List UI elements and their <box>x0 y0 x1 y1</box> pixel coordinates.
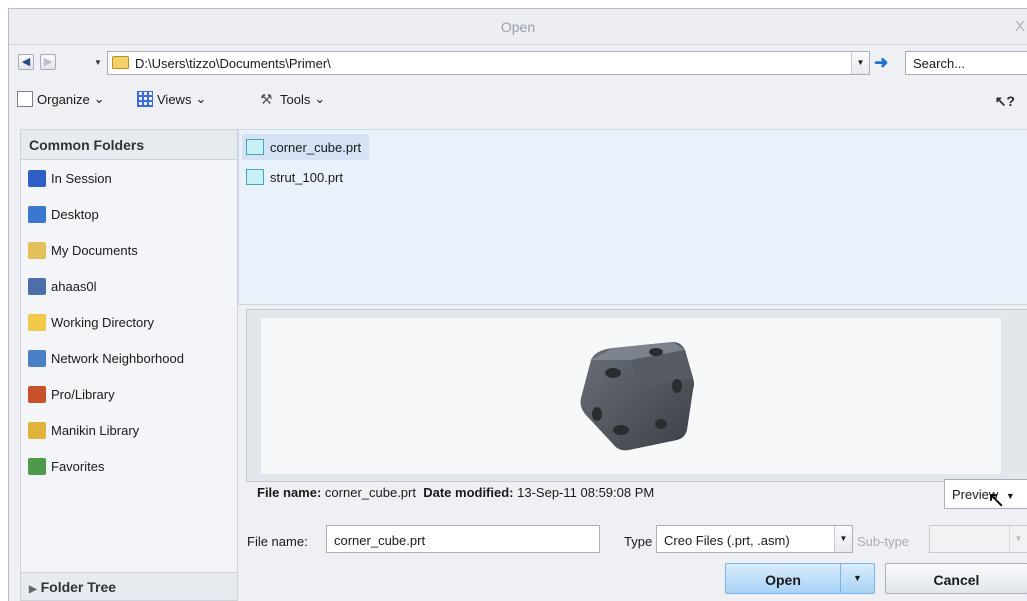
part-file-icon <box>246 139 264 155</box>
sidebar-item-my-documents[interactable]: My Documents <box>21 232 237 268</box>
sidebar-item-pro-library[interactable]: Pro/Library <box>21 376 237 412</box>
preview-canvas <box>261 318 1001 474</box>
chevron-down-icon: ⌄ <box>93 91 105 106</box>
type-value: Creo Files (.prt, .asm) <box>664 533 790 548</box>
chevron-down-icon: ⌄ <box>195 91 207 106</box>
sidebar-item-desktop[interactable]: Desktop <box>21 196 237 232</box>
close-icon[interactable]: X <box>1015 18 1025 35</box>
favorites-icon <box>28 457 46 475</box>
file-item[interactable]: corner_cube.prt <box>242 134 370 160</box>
sidebar-item-label: Working Directory <box>51 314 155 330</box>
sidebar-item-label: My Documents <box>51 242 138 258</box>
folder-tree-label: Folder Tree <box>40 579 117 595</box>
file-name-label: File name: <box>247 534 308 549</box>
folder-tree-toggle[interactable]: ▶ Folder Tree <box>21 572 237 600</box>
working-directory-icon <box>28 313 46 331</box>
sidebar-item-working-directory[interactable]: Working Directory <box>21 304 237 340</box>
pro-library-icon <box>28 385 46 403</box>
sidebar-item-label: Manikin Library <box>51 422 140 438</box>
title-bar: Open X <box>9 9 1027 45</box>
toolbar: Organize ⌄ Views ⌄ ⚒ Tools ⌄ ↖? <box>9 91 1027 117</box>
window-title: Open <box>500 19 536 35</box>
sidebar-list: In Session Desktop My Documents ahaas0l Work… <box>21 160 237 484</box>
sidebar-item-label: Pro/Library <box>51 386 115 402</box>
views-label: Views <box>157 91 192 107</box>
organize-label: Organize <box>37 91 90 107</box>
forward-arrow-icon[interactable]: ▶ <box>40 54 56 70</box>
info-date-value: 13-Sep-11 08:59:08 PM <box>517 485 655 500</box>
path-text: D:\Users\tizzo\Documents\Primer\ <box>135 56 331 71</box>
type-label: Type <box>624 534 653 549</box>
sidebar-item-label: Favorites <box>51 458 105 474</box>
file-info-line: File name: corner_cube.prt Date modified… <box>257 485 654 500</box>
sidebar-item-label: Desktop <box>51 206 99 222</box>
organize-icon <box>17 91 33 107</box>
file-name: strut_100.prt <box>270 169 343 185</box>
sidebar-item-manikin-library[interactable]: Manikin Library <box>21 412 237 448</box>
path-input[interactable]: D:\Users\tizzo\Documents\Primer\ ▼ <box>107 51 870 75</box>
preview-dropdown[interactable]: Preview ▼ <box>944 479 1027 509</box>
open-button[interactable]: Open ▼ <box>725 563 875 594</box>
desktop-icon <box>28 205 46 223</box>
open-dialog: Open X ◀ ▶ ▼ D:\Users\tizzo\Documents\Pr… <box>8 8 1027 601</box>
type-select[interactable]: Creo Files (.prt, .asm) ▼ <box>656 525 853 553</box>
sidebar-item-in-session[interactable]: In Session <box>21 160 237 196</box>
cancel-button[interactable]: Cancel <box>885 563 1027 594</box>
views-menu[interactable]: Views ⌄ <box>137 91 206 107</box>
search-input[interactable]: Search... <box>905 51 1027 75</box>
common-folders-header: Common Folders <box>21 130 237 160</box>
file-name-input[interactable]: corner_cube.prt <box>326 525 600 553</box>
views-icon <box>137 91 153 107</box>
sidebar-item-ahaas0l[interactable]: ahaas0l <box>21 268 237 304</box>
my-documents-icon <box>28 241 46 259</box>
file-list: corner_cube.prt strut_100.prt <box>238 129 1027 305</box>
organize-menu[interactable]: Organize ⌄ <box>17 91 105 107</box>
address-bar: ◀ ▶ ▼ D:\Users\tizzo\Documents\Primer\ ▼… <box>9 45 1027 77</box>
expand-triangle-icon: ▶ <box>29 584 37 595</box>
tools-icon: ⚒ <box>260 91 273 107</box>
chevron-down-icon: ▼ <box>1005 491 1015 501</box>
mouse-cursor-icon: ↖ <box>987 487 1006 512</box>
common-folders-panel: Common Folders In Session Desktop My Docum… <box>20 129 238 601</box>
folder-icon <box>112 56 129 69</box>
chevron-down-icon: ▼ <box>834 526 852 552</box>
open-options-dropdown-icon[interactable]: ▼ <box>840 564 874 593</box>
open-button-label: Open <box>765 572 801 588</box>
back-arrow-icon[interactable]: ◀ <box>18 54 34 70</box>
help-icon[interactable]: ↖? <box>995 93 1015 110</box>
info-file-name-label: File name: <box>257 485 322 500</box>
sidebar-item-label: In Session <box>51 170 112 186</box>
info-date-label: Date modified: <box>423 485 514 500</box>
computer-icon <box>28 277 46 295</box>
file-name: corner_cube.prt <box>270 139 362 155</box>
sidebar-item-favorites[interactable]: Favorites <box>21 448 237 484</box>
history-dropdown-icon[interactable]: ▼ <box>94 58 102 67</box>
in-session-icon <box>28 169 46 187</box>
manikin-library-icon <box>28 421 46 439</box>
sidebar-item-network-neighborhood[interactable]: Network Neighborhood <box>21 340 237 376</box>
file-item[interactable]: strut_100.prt <box>242 164 351 190</box>
part-file-icon <box>246 169 264 185</box>
sidebar-item-label: Network Neighborhood <box>51 350 184 366</box>
subtype-select: ▼ <box>929 525 1027 553</box>
chevron-down-icon: ▼ <box>1009 526 1027 552</box>
tools-menu[interactable]: ⚒ Tools ⌄ <box>260 91 325 107</box>
go-arrow-icon[interactable]: ➜ <box>874 53 888 73</box>
subtype-label: Sub-type <box>857 534 910 549</box>
corner-cube-preview-image <box>580 342 694 451</box>
tools-label: Tools <box>280 91 311 107</box>
preview-pane <box>246 309 1027 482</box>
path-dropdown-icon[interactable]: ▼ <box>851 52 869 74</box>
info-file-name-value: corner_cube.prt <box>324 485 416 500</box>
network-icon <box>28 349 46 367</box>
chevron-down-icon: ⌄ <box>314 91 326 106</box>
sidebar-item-label: ahaas0l <box>51 278 97 294</box>
